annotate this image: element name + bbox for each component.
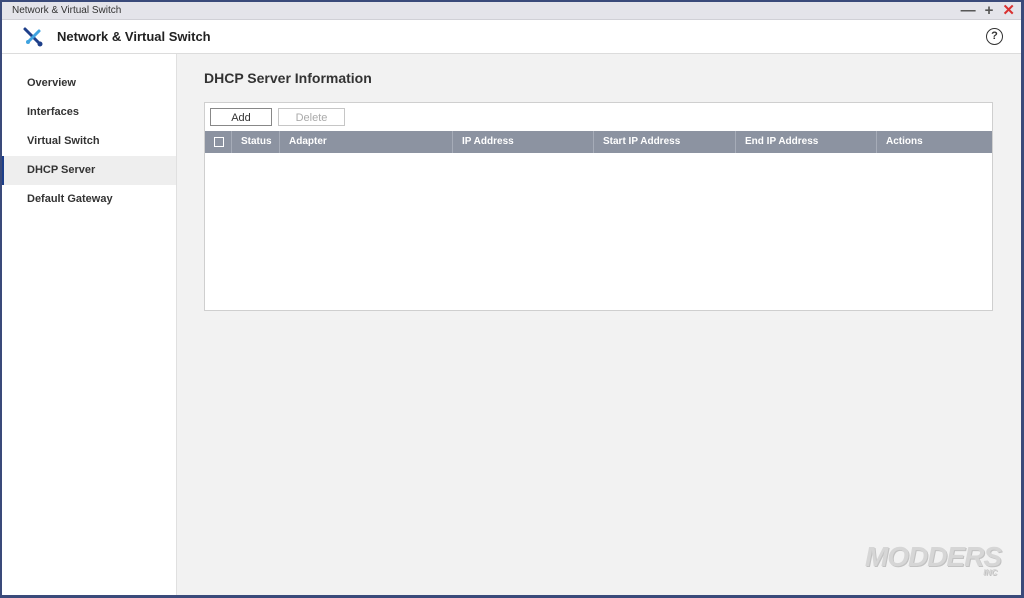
dhcp-table-panel: Add Delete Status Adapter IP Address Sta… (204, 102, 993, 311)
sidebar-item-default-gateway[interactable]: Default Gateway (2, 185, 176, 214)
sidebar-item-overview[interactable]: Overview (2, 69, 176, 98)
column-actions[interactable]: Actions (876, 131, 992, 153)
window-titlebar[interactable]: Network & Virtual Switch — + ✕ (2, 2, 1021, 20)
select-all-cell (205, 131, 231, 153)
select-all-checkbox[interactable] (214, 137, 224, 147)
minimize-icon[interactable]: — (961, 2, 976, 19)
help-icon[interactable]: ? (986, 28, 1003, 45)
maximize-icon[interactable]: + (985, 2, 994, 19)
column-end-ip-address[interactable]: End IP Address (735, 131, 876, 153)
table-body-empty (205, 153, 992, 310)
sidebar-item-virtual-switch[interactable]: Virtual Switch (2, 127, 176, 156)
main-content: DHCP Server Information Add Delete Statu… (177, 54, 1021, 595)
app-window: Network & Virtual Switch — + ✕ Network &… (2, 2, 1021, 595)
sidebar-item-interfaces[interactable]: Interfaces (2, 98, 176, 127)
column-adapter[interactable]: Adapter (279, 131, 452, 153)
watermark-sub: INC (983, 568, 997, 577)
app-header: Network & Virtual Switch ? (2, 20, 1021, 54)
close-icon[interactable]: ✕ (1002, 2, 1015, 19)
modders-inc-watermark-logo: MODDERS INC (864, 541, 1002, 577)
window-controls: — + ✕ (961, 2, 1015, 19)
sidebar: Overview Interfaces Virtual Switch DHCP … (2, 54, 177, 595)
table-header: Status Adapter IP Address Start IP Addre… (205, 131, 992, 153)
page-title: DHCP Server Information (204, 70, 372, 86)
column-start-ip-address[interactable]: Start IP Address (593, 131, 735, 153)
sidebar-item-dhcp-server[interactable]: DHCP Server (2, 156, 176, 185)
column-ip-address[interactable]: IP Address (452, 131, 593, 153)
network-switch-logo-icon (23, 27, 43, 47)
watermark-text: MODDERS (864, 541, 1002, 572)
app-title: Network & Virtual Switch (57, 29, 211, 44)
delete-button[interactable]: Delete (278, 108, 345, 126)
add-button[interactable]: Add (210, 108, 272, 126)
column-status[interactable]: Status (231, 131, 279, 153)
window-title: Network & Virtual Switch (12, 5, 122, 16)
